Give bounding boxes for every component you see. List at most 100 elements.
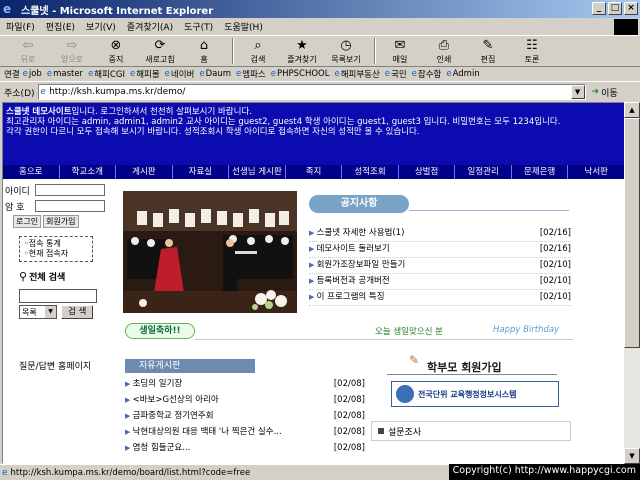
site-name: 스쿨넷 데모사이트 xyxy=(6,107,72,117)
toolbar-button-3[interactable]: ⟳ 새로고침 xyxy=(140,38,180,65)
nav-item-3[interactable]: 자료실 xyxy=(173,165,230,179)
notice-item-title: 데모사이트 둘러보기 xyxy=(309,242,390,257)
vertical-scrollbar[interactable]: ▲ ▼ xyxy=(624,102,640,464)
menu-item-0[interactable]: 파일(F) xyxy=(6,20,35,33)
board-item-title: 낙현대상의원 대응 백태 '나 찍은건 실수... xyxy=(125,425,282,441)
link-page-icon: e xyxy=(129,69,136,79)
board-item[interactable]: 낙현대상의원 대응 백태 '나 찍은건 실수... [02/08] xyxy=(125,425,365,441)
toolbar-button-1[interactable]: ⇨ 앞으로 xyxy=(52,38,92,65)
nav-item-7[interactable]: 상벌점 xyxy=(399,165,456,179)
site-nav: 홈으로 학교소개 게시판 자료실 선생님 게시판 족지 성적조회 상벌점 일정관리 문제은행 낙서판 xyxy=(3,165,625,179)
nav-item-2[interactable]: 게시판 xyxy=(116,165,173,179)
menu-item-5[interactable]: 도움말(H) xyxy=(224,20,263,33)
stat-link[interactable]: ◦접속 통계 xyxy=(24,239,88,249)
link-item-3[interactable]: e 해피몰 xyxy=(130,68,160,80)
notice-item[interactable]: 데모사이트 둘러보기 [02/16] xyxy=(309,242,571,258)
toolbar-label: 인쇄 xyxy=(436,54,452,64)
scroll-down-button[interactable]: ▼ xyxy=(624,448,640,464)
toolbar-button-8[interactable]: ✉ 메일 xyxy=(380,38,420,65)
address-input[interactable]: e http://ksh.kumpa.ms.kr/demo/ ▼ xyxy=(37,84,586,100)
board-item[interactable]: <바보>G선상의 아리아 [02/08] xyxy=(125,393,365,409)
neis-banner[interactable]: 전국단위 교육행정정보시스템 xyxy=(391,381,559,407)
board-item-title: 금파중학교 정기연주회 xyxy=(125,409,214,425)
menu-item-2[interactable]: 보기(V) xyxy=(86,20,116,33)
link-item-5[interactable]: e Daum xyxy=(199,69,231,79)
minimize-button[interactable]: _ xyxy=(592,2,606,15)
toolbar-label: 편집 xyxy=(480,54,496,64)
link-page-icon: e xyxy=(236,69,242,79)
toolbar-button-2[interactable]: ⊗ 중지 xyxy=(96,38,136,65)
nav-item-4[interactable]: 선생님 게시판 xyxy=(229,165,286,179)
menu-item-3[interactable]: 즐겨찾기(A) xyxy=(127,20,173,33)
favorites-icon: ★ xyxy=(296,37,308,53)
notice-item[interactable]: 이 프로그램의 특징 [02/10] xyxy=(309,290,571,306)
notice-item[interactable]: 스쿨넷 자세한 사용법(1) [02/16] xyxy=(309,226,571,242)
go-button[interactable]: ➜ 이동 xyxy=(592,86,618,99)
toolbar-button-11[interactable]: ☷ 토론 xyxy=(512,38,552,65)
search-scope-select[interactable]: 목록 ▼ xyxy=(19,305,57,319)
scroll-up-button[interactable]: ▲ xyxy=(624,102,640,118)
notice-divider xyxy=(409,210,569,211)
toolbar-button-10[interactable]: ✎ 편집 xyxy=(468,38,508,65)
link-item-2[interactable]: e 해피CGI xyxy=(88,68,125,80)
link-label: master xyxy=(53,69,84,79)
birthday-tag: 생일축하!! xyxy=(125,323,195,339)
nav-item-5[interactable]: 족지 xyxy=(286,165,343,179)
id-input[interactable] xyxy=(35,184,105,196)
link-item-7[interactable]: e PHPSCHOOL xyxy=(271,69,330,79)
nav-item-10[interactable]: 낙서판 xyxy=(568,165,625,179)
link-item-4[interactable]: e 네이버 xyxy=(165,68,195,80)
close-button[interactable]: × xyxy=(624,2,638,15)
parent-signup-text: 학부모 회원가입 xyxy=(427,361,502,374)
menu-item-1[interactable]: 편집(E) xyxy=(46,20,75,33)
link-label: PHPSCHOOL xyxy=(276,69,330,79)
links-label: 연결 xyxy=(4,70,20,80)
link-item-1[interactable]: e master xyxy=(47,69,83,79)
copyright-overlay: Copyright(c) http://www.happycgi.com xyxy=(448,464,640,480)
toolbar-button-4[interactable]: ⌂ 홈 xyxy=(184,38,224,65)
header-intro: 입니다. 로그인하셔서 천천히 살펴보시기 바랍니다. xyxy=(71,107,252,117)
toolbar-button-9[interactable]: ⎙ 인쇄 xyxy=(424,38,464,65)
notice-item[interactable]: 회원가조장보파일 만들기 [02/10] xyxy=(309,258,571,274)
nav-item-6[interactable]: 성적조회 xyxy=(342,165,399,179)
link-page-icon: e xyxy=(411,69,417,79)
board-item[interactable]: 초딩의 일기장 [02/08] xyxy=(125,377,365,393)
password-input[interactable] xyxy=(35,200,105,212)
scroll-thumb[interactable] xyxy=(624,118,640,348)
neis-text: 전국단위 교육행정정보시스템 xyxy=(418,389,517,399)
parent-signup-banner[interactable]: ✎ 학부모 회원가입 xyxy=(387,353,557,375)
link-item-10[interactable]: e 잡수함 xyxy=(412,68,442,80)
toolbar-button-7[interactable]: ◷ 목록보기 xyxy=(326,38,366,65)
toolbar-button-5[interactable]: ⌕ 검색 xyxy=(238,38,278,65)
link-item-9[interactable]: e 국민 xyxy=(385,68,407,80)
birthday-message: 오늘 생일맞으신 분 xyxy=(375,327,443,337)
board-item[interactable]: 금파중학교 정기연주회 [02/08] xyxy=(125,409,365,425)
link-item-8[interactable]: e 해피부동산 xyxy=(334,68,379,80)
link-label: 해피부동산 xyxy=(340,70,380,80)
nav-item-1[interactable]: 학교소개 xyxy=(60,165,117,179)
birthday-divider xyxy=(195,339,573,340)
join-button[interactable]: 회원가입 xyxy=(43,215,79,228)
menu-item-4[interactable]: 도구(T) xyxy=(184,20,213,33)
link-page-icon: e xyxy=(164,69,170,79)
nav-item-9[interactable]: 문제은행 xyxy=(512,165,569,179)
nav-item-0[interactable]: 홈으로 xyxy=(3,165,60,179)
link-item-11[interactable]: e Admin xyxy=(446,69,479,79)
notice-item-date: [02/10] xyxy=(539,292,571,302)
login-button[interactable]: 로그인 xyxy=(13,215,42,228)
search-input[interactable] xyxy=(19,289,97,303)
search-icon: ⌕ xyxy=(254,37,262,53)
toolbar-button-0[interactable]: ⇦ 뒤로 xyxy=(8,38,48,65)
current-users-link[interactable]: ◦현재 접속자 xyxy=(24,249,88,259)
link-item-0[interactable]: e job xyxy=(23,69,42,79)
home-icon: ⌂ xyxy=(199,37,209,53)
qa-homepage-link[interactable]: 질문/답변 홈페이지 xyxy=(19,359,117,372)
toolbar-button-6[interactable]: ★ 즐겨찾기 xyxy=(282,38,322,65)
address-dropdown-icon[interactable]: ▼ xyxy=(570,85,585,99)
search-button[interactable]: 검 색 xyxy=(61,305,94,319)
board-item[interactable]: 염청 힘들군요... [02/08] xyxy=(125,441,365,457)
nav-item-8[interactable]: 일정관리 xyxy=(455,165,512,179)
link-item-6[interactable]: e 엠파스 xyxy=(236,68,266,80)
maximize-button[interactable]: □ xyxy=(608,2,622,15)
notice-item[interactable]: 등록버전과 공개버전 [02/10] xyxy=(309,274,571,290)
